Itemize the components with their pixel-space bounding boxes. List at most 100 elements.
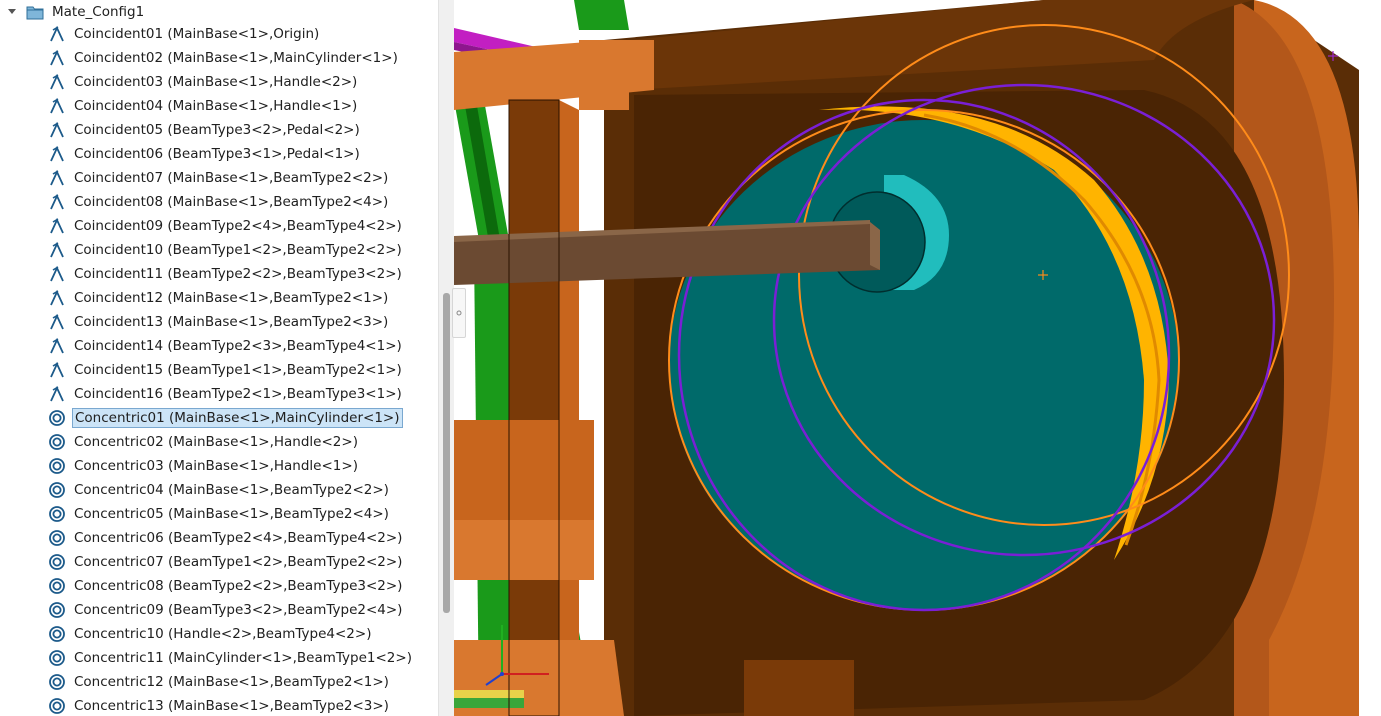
coincident-mate-icon bbox=[48, 97, 66, 115]
mate-label: Coincident04 (MainBase<1>,Handle<1>) bbox=[74, 98, 358, 114]
coincident-mate-icon bbox=[48, 193, 66, 211]
coincident-mate-icon bbox=[48, 25, 66, 43]
mate-row[interactable]: Concentric09 (BeamType3<2>,BeamType2<4>) bbox=[48, 598, 404, 622]
mate-row[interactable]: Coincident11 (BeamType2<2>,BeamType3<2>) bbox=[48, 262, 404, 286]
folder-icon bbox=[26, 3, 44, 21]
coincident-mate-icon bbox=[48, 217, 66, 235]
coincident-mate-icon bbox=[48, 361, 66, 379]
mate-label: Concentric13 (MainBase<1>,BeamType2<3>) bbox=[74, 698, 389, 714]
mate-row[interactable]: Coincident14 (BeamType2<3>,BeamType4<1>) bbox=[48, 334, 404, 358]
mate-row[interactable]: Coincident06 (BeamType3<1>,Pedal<1>) bbox=[48, 142, 362, 166]
mate-row[interactable]: Coincident04 (MainBase<1>,Handle<1>) bbox=[48, 94, 359, 118]
mate-row[interactable]: Coincident03 (MainBase<1>,Handle<2>) bbox=[48, 70, 359, 94]
mate-row[interactable]: Coincident16 (BeamType2<1>,BeamType3<1>) bbox=[48, 382, 404, 406]
coincident-mate-icon bbox=[48, 337, 66, 355]
mate-row[interactable]: Coincident05 (BeamType3<2>,Pedal<2>) bbox=[48, 118, 362, 142]
coincident-mate-icon bbox=[48, 145, 66, 163]
coincident-mate-icon bbox=[48, 121, 66, 139]
mate-label: Coincident10 (BeamType1<2>,BeamType2<2>) bbox=[74, 242, 402, 258]
tree-scrollbar-thumb[interactable] bbox=[443, 293, 450, 613]
mate-folder-row[interactable]: Mate_Config1 bbox=[0, 0, 146, 24]
mate-row[interactable]: Concentric08 (BeamType2<2>,BeamType3<2>) bbox=[48, 574, 404, 598]
mate-row[interactable]: Concentric05 (MainBase<1>,BeamType2<4>) bbox=[48, 502, 391, 526]
coincident-mate-icon bbox=[48, 241, 66, 259]
mate-label: Coincident05 (BeamType3<2>,Pedal<2>) bbox=[74, 122, 360, 138]
mate-row[interactable]: Concentric02 (MainBase<1>,Handle<2>) bbox=[48, 430, 360, 454]
handle-bar-end bbox=[870, 222, 880, 270]
frame-lower-face bbox=[454, 520, 594, 580]
mate-row[interactable]: Coincident15 (BeamType1<1>,BeamType2<1>) bbox=[48, 358, 404, 382]
mate-row[interactable]: Concentric11 (MainCylinder<1>,BeamType1<… bbox=[48, 646, 414, 670]
feature-manager-tree: Mate_Config1 Coincident01 (MainBase<1>,O… bbox=[0, 0, 438, 716]
mate-label: Coincident06 (BeamType3<1>,Pedal<1>) bbox=[74, 146, 360, 162]
mate-row[interactable]: Concentric03 (MainBase<1>,Handle<1>) bbox=[48, 454, 360, 478]
mate-label: Coincident09 (BeamType2<4>,BeamType4<2>) bbox=[74, 218, 402, 234]
mate-row[interactable]: Coincident12 (MainBase<1>,BeamType2<1>) bbox=[48, 286, 390, 310]
green-beam-top bbox=[574, 0, 629, 30]
mate-label: Coincident01 (MainBase<1>,Origin) bbox=[74, 26, 320, 42]
concentric-mate-icon bbox=[48, 529, 66, 547]
coincident-mate-icon bbox=[48, 385, 66, 403]
mate-row[interactable]: Coincident13 (MainBase<1>,BeamType2<3>) bbox=[48, 310, 390, 334]
tree-scrollbar[interactable] bbox=[438, 0, 455, 716]
mate-label: Coincident16 (BeamType2<1>,BeamType3<1>) bbox=[74, 386, 402, 402]
coincident-mate-icon bbox=[48, 265, 66, 283]
mate-row[interactable]: Concentric07 (BeamType1<2>,BeamType2<2>) bbox=[48, 550, 404, 574]
concentric-mate-icon bbox=[48, 577, 66, 595]
mate-label: Coincident12 (MainBase<1>,BeamType2<1>) bbox=[74, 290, 389, 306]
mate-label: Coincident02 (MainBase<1>,MainCylinder<1… bbox=[74, 50, 398, 66]
mate-row[interactable]: Concentric13 (MainBase<1>,BeamType2<3>) bbox=[48, 694, 391, 716]
concentric-mate-icon bbox=[48, 649, 66, 667]
mate-label: Concentric04 (MainBase<1>,BeamType2<2>) bbox=[74, 482, 389, 498]
mate-label: Concentric12 (MainBase<1>,BeamType2<1>) bbox=[74, 674, 389, 690]
frame-bottom-post bbox=[744, 660, 854, 716]
concentric-mate-icon bbox=[48, 553, 66, 571]
mate-label: Concentric06 (BeamType2<4>,BeamType4<2>) bbox=[74, 530, 403, 546]
mate-row[interactable]: Coincident08 (MainBase<1>,BeamType2<4>) bbox=[48, 190, 390, 214]
mate-label: Coincident11 (BeamType2<2>,BeamType3<2>) bbox=[74, 266, 402, 282]
panel-splitter-grip[interactable] bbox=[452, 288, 466, 338]
mate-row[interactable]: Concentric10 (Handle<2>,BeamType4<2>) bbox=[48, 622, 373, 646]
mate-label: Concentric09 (BeamType3<2>,BeamType2<4>) bbox=[74, 602, 403, 618]
coincident-mate-icon bbox=[48, 289, 66, 307]
mate-label: Coincident13 (MainBase<1>,BeamType2<3>) bbox=[74, 314, 389, 330]
mate-label: Coincident03 (MainBase<1>,Handle<2>) bbox=[74, 74, 358, 90]
mate-row[interactable]: Coincident10 (BeamType1<2>,BeamType2<2>) bbox=[48, 238, 404, 262]
concentric-mate-icon bbox=[48, 601, 66, 619]
mate-label: Coincident07 (MainBase<1>,BeamType2<2>) bbox=[74, 170, 389, 186]
mate-row[interactable]: Coincident07 (MainBase<1>,BeamType2<2>) bbox=[48, 166, 390, 190]
mate-label: Coincident14 (BeamType2<3>,BeamType4<1>) bbox=[74, 338, 402, 354]
mate-row[interactable]: Coincident01 (MainBase<1>,Origin) bbox=[48, 22, 321, 46]
mate-row[interactable]: Concentric01 (MainBase<1>,MainCylinder<1… bbox=[48, 406, 403, 430]
mate-label: Concentric07 (BeamType1<2>,BeamType2<2>) bbox=[74, 554, 403, 570]
mate-folder-label: Mate_Config1 bbox=[52, 4, 145, 20]
concentric-mate-icon bbox=[48, 673, 66, 691]
mate-label: Concentric02 (MainBase<1>,Handle<2>) bbox=[74, 434, 358, 450]
mate-label: Concentric11 (MainCylinder<1>,BeamType1<… bbox=[74, 650, 412, 666]
expand-arrow-icon[interactable] bbox=[6, 4, 18, 18]
mate-label: Concentric03 (MainBase<1>,Handle<1>) bbox=[74, 458, 358, 474]
frame-vertical-post bbox=[509, 100, 559, 716]
mate-label: Concentric01 (MainBase<1>,MainCylinder<1… bbox=[72, 408, 403, 428]
mate-label: Concentric10 (Handle<2>,BeamType4<2>) bbox=[74, 626, 372, 642]
concentric-mate-icon bbox=[48, 625, 66, 643]
mate-label: Concentric08 (BeamType2<2>,BeamType3<2>) bbox=[74, 578, 403, 594]
mate-label: Coincident15 (BeamType1<1>,BeamType2<1>) bbox=[74, 362, 402, 378]
mate-row[interactable]: Concentric12 (MainBase<1>,BeamType2<1>) bbox=[48, 670, 391, 694]
concentric-mate-icon bbox=[48, 433, 66, 451]
concentric-mate-icon bbox=[48, 505, 66, 523]
mate-row[interactable]: Coincident02 (MainBase<1>,MainCylinder<1… bbox=[48, 46, 400, 70]
frame-bracket bbox=[579, 40, 629, 110]
coincident-mate-icon bbox=[48, 73, 66, 91]
coincident-mate-icon bbox=[48, 169, 66, 187]
mate-row[interactable]: Concentric04 (MainBase<1>,BeamType2<2>) bbox=[48, 478, 391, 502]
coincident-mate-icon bbox=[48, 313, 66, 331]
mate-row[interactable]: Concentric06 (BeamType2<4>,BeamType4<2>) bbox=[48, 526, 404, 550]
graphics-viewport[interactable] bbox=[454, 0, 1381, 716]
concentric-mate-icon bbox=[48, 457, 66, 475]
coincident-mate-icon bbox=[48, 49, 66, 67]
cad-3d-model[interactable] bbox=[454, 0, 1381, 716]
bottom-strip-green bbox=[454, 698, 524, 708]
mate-row[interactable]: Coincident09 (BeamType2<4>,BeamType4<2>) bbox=[48, 214, 404, 238]
concentric-mate-icon bbox=[48, 481, 66, 499]
